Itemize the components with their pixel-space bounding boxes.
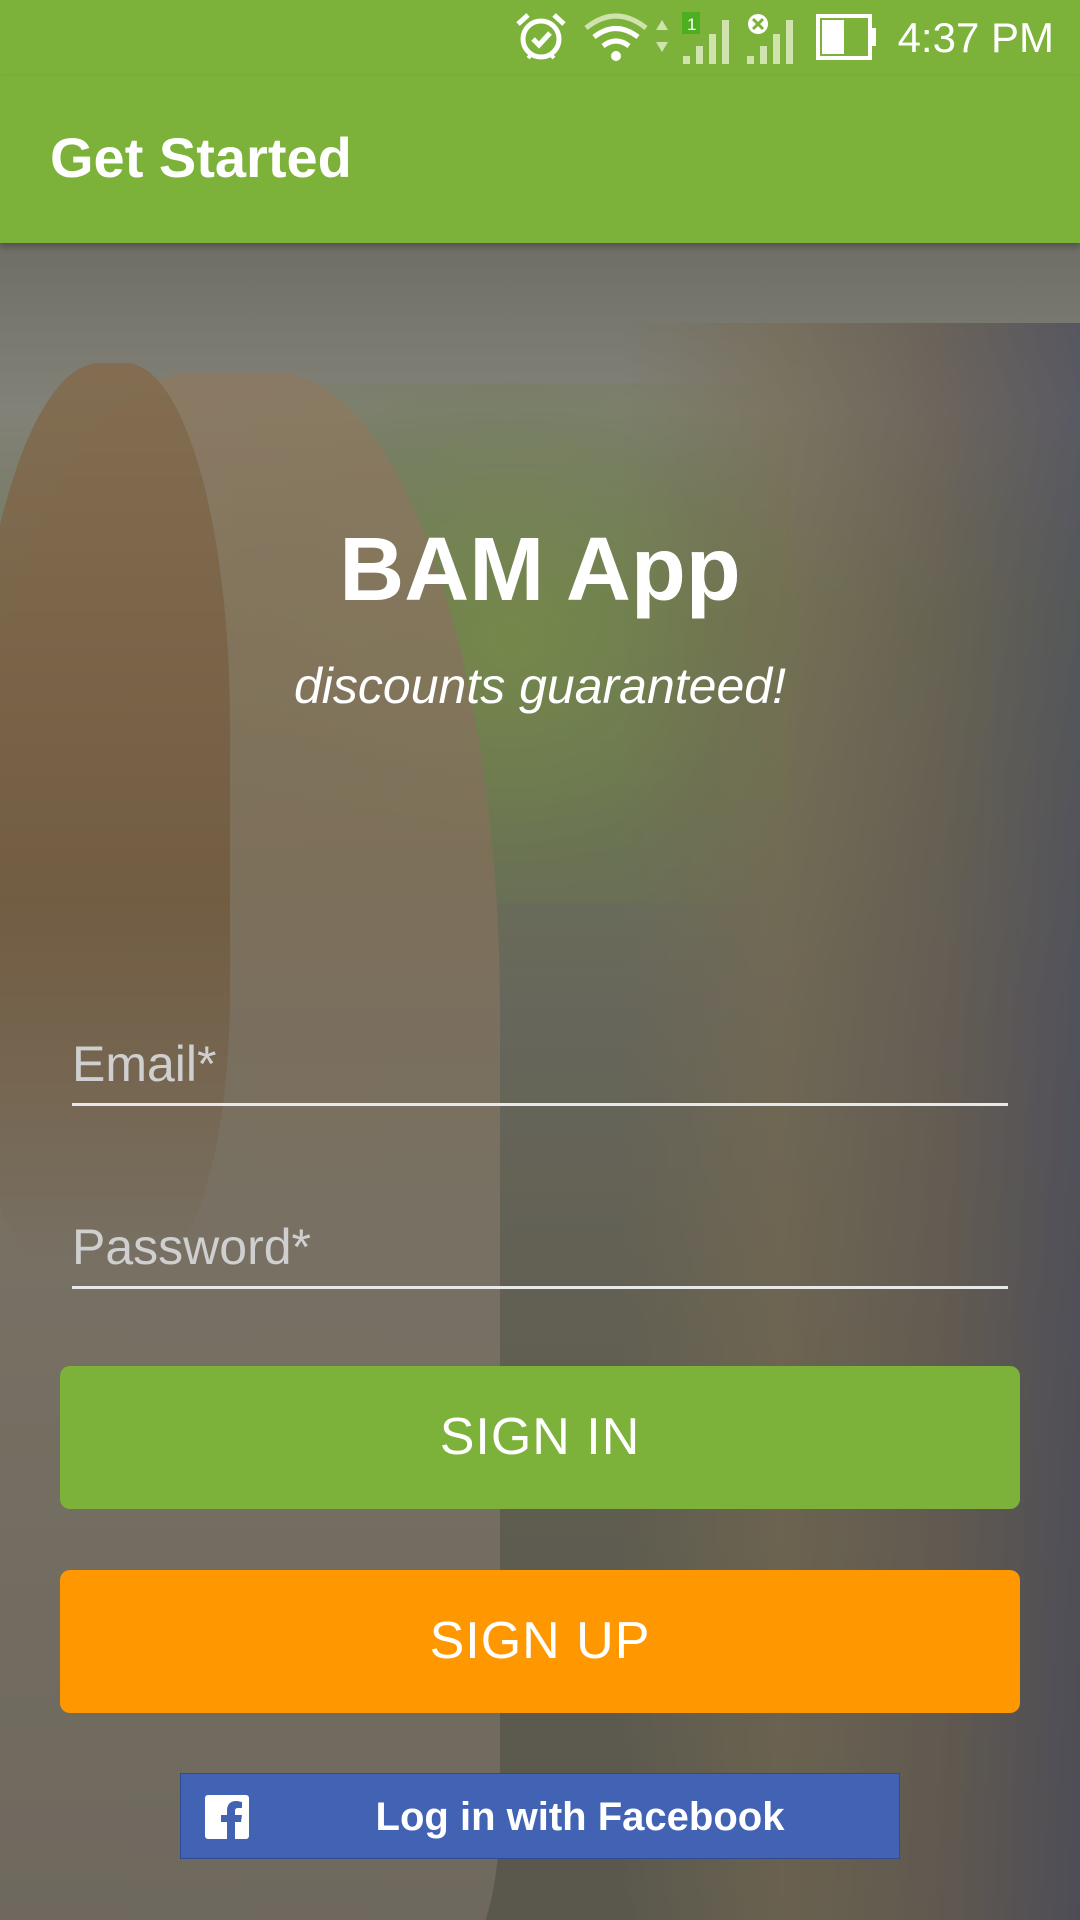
alarm-icon — [516, 13, 566, 60]
email-field[interactable] — [72, 1025, 1008, 1106]
app-tagline: discounts guaranteed! — [293, 658, 787, 714]
sign-in-button[interactable]: SIGN IN — [60, 1366, 1020, 1509]
cell-signal-icon: 1 — [682, 12, 729, 64]
facebook-icon — [205, 1795, 249, 1839]
sign-up-button[interactable]: SIGN UP — [60, 1570, 1020, 1713]
status-time: 4:37 PM — [897, 14, 1054, 61]
app-name-heading: BAM App — [339, 520, 741, 620]
page-title: Get Started — [50, 126, 352, 189]
battery-icon — [816, 14, 876, 60]
cell-signal-no-service-icon — [747, 14, 793, 64]
facebook-login-button[interactable]: Log in with Facebook — [180, 1773, 900, 1859]
status-bar: 1 4:37 PM — [0, 0, 1080, 76]
login-screen: 1 4:37 PM Get Started BAM App discounts … — [0, 0, 1080, 1920]
app-bar: Get Started — [0, 76, 1080, 243]
facebook-login-label: Log in with Facebook — [375, 1795, 785, 1839]
password-field[interactable] — [72, 1208, 1008, 1289]
svg-text:1: 1 — [687, 15, 696, 34]
wifi-icon — [584, 13, 668, 61]
